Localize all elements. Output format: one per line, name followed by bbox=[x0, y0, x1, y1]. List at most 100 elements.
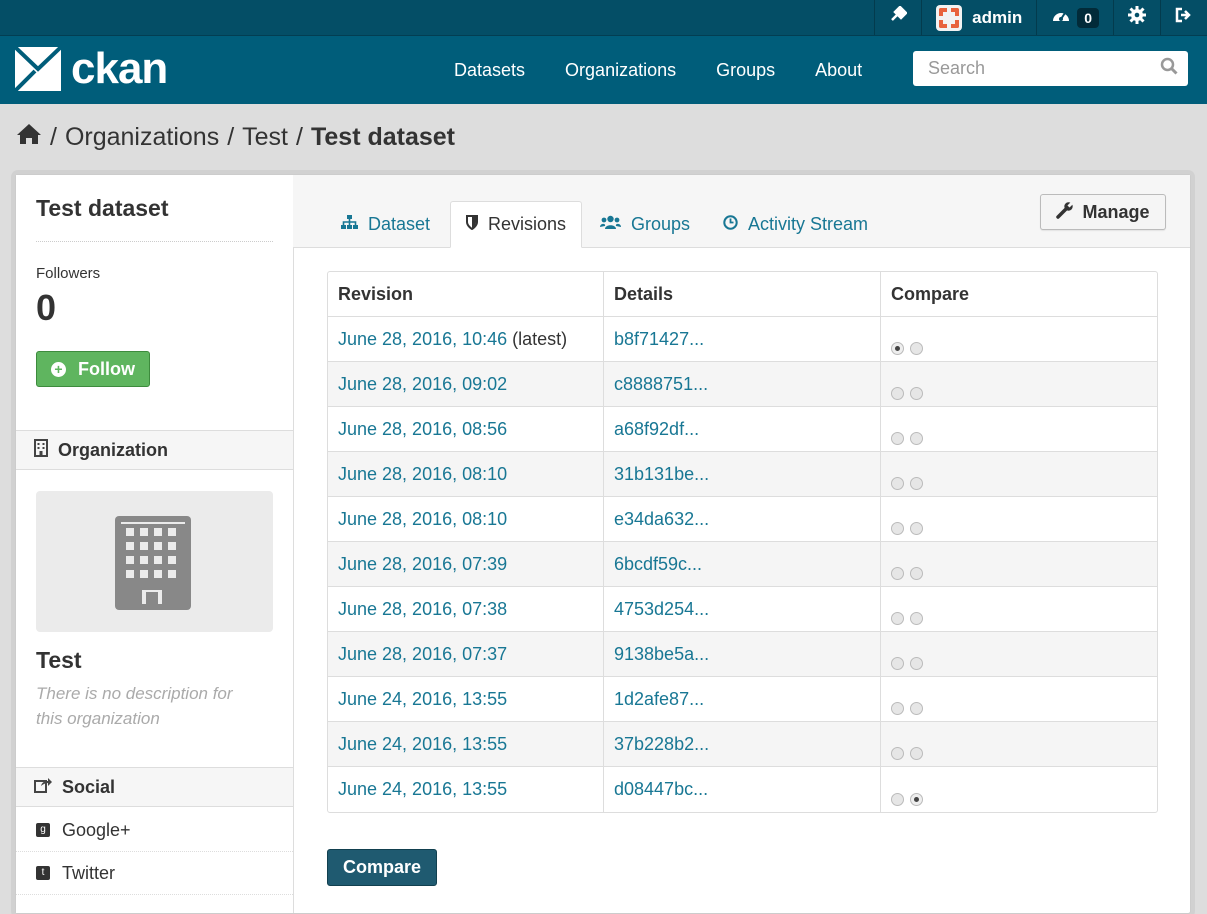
main-content: Dataset Revisions Groups Activity Stream bbox=[293, 175, 1190, 913]
revision-date-link[interactable]: June 28, 2016, 10:46 bbox=[338, 329, 507, 349]
details-cell: d08447bc... bbox=[604, 767, 881, 812]
compare-from-radio[interactable] bbox=[891, 387, 904, 401]
search-input[interactable] bbox=[926, 57, 1160, 80]
nav-organizations[interactable]: Organizations bbox=[545, 60, 696, 81]
revision-id-link[interactable]: 31b131be... bbox=[614, 464, 709, 484]
compare-cell bbox=[881, 767, 1157, 812]
compare-to-radio[interactable] bbox=[910, 702, 923, 716]
nav-about[interactable]: About bbox=[795, 60, 882, 81]
gavel-icon bbox=[889, 5, 908, 29]
home-icon[interactable] bbox=[16, 123, 42, 152]
tab-activity-stream-label: Activity Stream bbox=[748, 213, 869, 234]
logo-text: ckan bbox=[71, 44, 168, 93]
breadcrumb-test[interactable]: Test bbox=[242, 123, 288, 152]
tab-dataset[interactable]: Dataset bbox=[341, 201, 430, 247]
compare-from-radio[interactable] bbox=[891, 657, 904, 671]
compare-from-radio[interactable] bbox=[891, 702, 904, 716]
compare-from-radio[interactable] bbox=[891, 477, 904, 491]
compare-to-radio[interactable] bbox=[910, 567, 923, 581]
table-header-row: Revision Details Compare bbox=[328, 272, 1157, 317]
compare-from-radio[interactable] bbox=[891, 522, 904, 536]
compare-cell bbox=[881, 497, 1157, 542]
google-plus-icon: g bbox=[36, 823, 50, 837]
table-row: June 28, 2016, 08:10 e34da632... bbox=[328, 497, 1157, 542]
compare-from-radio[interactable] bbox=[891, 747, 904, 761]
dataset-title: Test dataset bbox=[36, 195, 169, 221]
revision-date-link[interactable]: June 28, 2016, 07:39 bbox=[338, 554, 507, 574]
compare-from-radio[interactable] bbox=[891, 792, 904, 806]
revision-id-link[interactable]: c8888751... bbox=[614, 374, 708, 394]
social-googleplus-link[interactable]: g Google+ bbox=[16, 809, 293, 852]
tab-groups[interactable]: Groups bbox=[600, 201, 690, 247]
compare-to-radio[interactable] bbox=[910, 432, 923, 446]
revision-date-link[interactable]: June 28, 2016, 07:37 bbox=[338, 644, 507, 664]
dashboard-icon bbox=[1051, 7, 1071, 28]
revisions-table: Revision Details Compare June 28, 2016, … bbox=[327, 271, 1158, 813]
user-profile-link[interactable]: admin bbox=[921, 0, 1036, 35]
compare-to-radio[interactable] bbox=[910, 792, 923, 806]
revision-date-link[interactable]: June 24, 2016, 13:55 bbox=[338, 689, 507, 709]
dashboard-link[interactable]: 0 bbox=[1036, 0, 1113, 35]
tab-groups-label: Groups bbox=[631, 213, 691, 234]
search-icon[interactable] bbox=[1160, 57, 1178, 80]
compare-from-radio[interactable] bbox=[891, 342, 904, 356]
gear-icon bbox=[1128, 6, 1146, 29]
breadcrumb-current[interactable]: Test dataset bbox=[311, 123, 455, 152]
details-cell: 9138be5a... bbox=[604, 632, 881, 677]
followers-label: Followers bbox=[36, 265, 101, 282]
table-row: June 24, 2016, 13:55 37b228b2... bbox=[328, 722, 1157, 767]
social-twitter-link[interactable]: t Twitter bbox=[16, 852, 293, 895]
plus-circle-icon: + bbox=[51, 361, 66, 377]
tab-activity-stream[interactable]: Activity Stream bbox=[723, 201, 868, 247]
building-icon bbox=[115, 516, 191, 610]
revision-id-link[interactable]: 9138be5a... bbox=[614, 644, 709, 664]
compare-button[interactable]: Compare bbox=[327, 849, 437, 886]
tab-dataset-label: Dataset bbox=[368, 213, 431, 234]
revision-date-link[interactable]: June 28, 2016, 08:56 bbox=[338, 419, 507, 439]
revision-date-link[interactable]: June 28, 2016, 08:10 bbox=[338, 464, 507, 484]
revision-date-link[interactable]: June 28, 2016, 07:38 bbox=[338, 599, 507, 619]
compare-from-radio[interactable] bbox=[891, 567, 904, 581]
organization-image[interactable] bbox=[36, 491, 273, 632]
revision-id-link[interactable]: 1d2afe87... bbox=[614, 689, 704, 709]
compare-from-radio[interactable] bbox=[891, 612, 904, 626]
revision-date-link[interactable]: June 24, 2016, 13:55 bbox=[338, 734, 507, 754]
manage-button[interactable]: Manage bbox=[1040, 194, 1166, 230]
follow-label: Follow bbox=[78, 358, 135, 379]
ckan-logo[interactable]: ckan bbox=[13, 44, 168, 93]
breadcrumb-organizations[interactable]: Organizations bbox=[65, 123, 219, 152]
sysadmin-link[interactable] bbox=[874, 0, 921, 35]
tab-revisions[interactable]: Revisions bbox=[450, 201, 583, 248]
sign-out-icon bbox=[1175, 7, 1193, 28]
compare-to-radio[interactable] bbox=[910, 612, 923, 626]
details-cell: 37b228b2... bbox=[604, 722, 881, 767]
compare-to-radio[interactable] bbox=[910, 747, 923, 761]
compare-to-radio[interactable] bbox=[910, 477, 923, 491]
revision-id-link[interactable]: e34da632... bbox=[614, 509, 709, 529]
revision-date-link[interactable]: June 28, 2016, 08:10 bbox=[338, 509, 507, 529]
social-heading-label: Social bbox=[62, 776, 116, 797]
breadcrumb-separator: / bbox=[227, 123, 235, 151]
compare-to-radio[interactable] bbox=[910, 342, 923, 356]
compare-to-radio[interactable] bbox=[910, 387, 923, 401]
revision-date-link[interactable]: June 28, 2016, 09:02 bbox=[338, 374, 507, 394]
revision-date-link[interactable]: June 24, 2016, 13:55 bbox=[338, 779, 507, 799]
clock-icon bbox=[723, 214, 738, 235]
divider bbox=[36, 241, 273, 242]
revision-id-link[interactable]: 37b228b2... bbox=[614, 734, 709, 754]
settings-link[interactable] bbox=[1113, 0, 1160, 35]
follow-button[interactable]: + Follow bbox=[36, 351, 150, 387]
compare-cell bbox=[881, 317, 1157, 362]
compare-to-radio[interactable] bbox=[910, 657, 923, 671]
nav-datasets[interactable]: Datasets bbox=[434, 60, 545, 81]
revision-id-link[interactable]: d08447bc... bbox=[614, 779, 708, 799]
compare-to-radio[interactable] bbox=[910, 522, 923, 536]
nav-groups[interactable]: Groups bbox=[696, 60, 795, 81]
logout-link[interactable] bbox=[1160, 0, 1207, 35]
username: admin bbox=[972, 7, 1023, 27]
compare-from-radio[interactable] bbox=[891, 432, 904, 446]
revision-id-link[interactable]: 6bcdf59c... bbox=[614, 554, 702, 574]
revision-id-link[interactable]: 4753d254... bbox=[614, 599, 709, 619]
revision-id-link[interactable]: a68f92df... bbox=[614, 419, 699, 439]
revision-id-link[interactable]: b8f71427... bbox=[614, 329, 704, 349]
